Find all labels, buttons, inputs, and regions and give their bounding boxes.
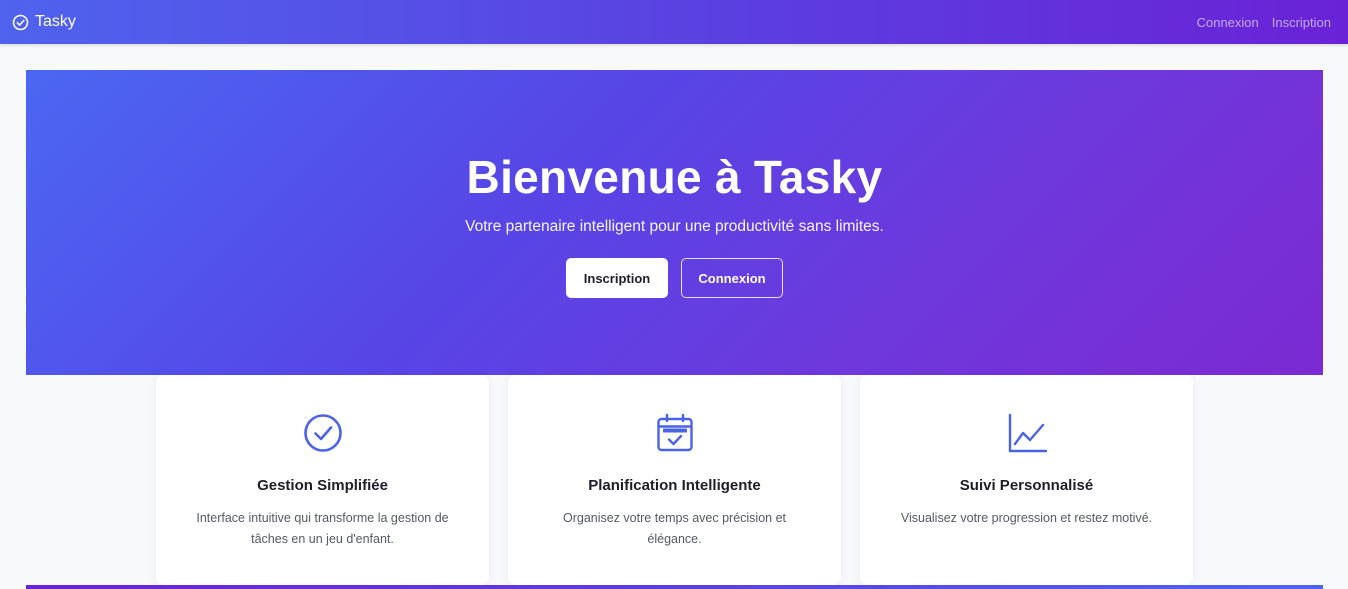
- hero-buttons: Inscription Connexion: [26, 258, 1323, 298]
- feature-title: Suivi Personnalisé: [959, 477, 1094, 494]
- feature-card-suivi: Suivi Personnalisé Visualisez votre prog…: [860, 375, 1193, 585]
- check-circle-icon: [303, 414, 342, 452]
- nav-link-connexion[interactable]: Connexion: [1197, 15, 1259, 30]
- feature-title: Planification Intelligente: [588, 477, 761, 494]
- nav-link-inscription[interactable]: Inscription: [1272, 15, 1331, 30]
- brand-name: Tasky: [35, 13, 76, 30]
- navbar: Tasky Connexion Inscription: [0, 0, 1348, 44]
- feature-title: Gestion Simplifiée: [257, 477, 388, 494]
- feature-card-gestion: Gestion Simplifiée Interface intuitive q…: [156, 375, 489, 585]
- brand-link[interactable]: Tasky: [12, 13, 76, 31]
- hero-subtitle: Votre partenaire intelligent pour une pr…: [465, 218, 884, 235]
- hero-banner: Bienvenue à Tasky Votre partenaire intel…: [26, 70, 1323, 375]
- hero-title: Bienvenue à Tasky: [466, 151, 883, 203]
- feature-description: Interface intuitive qui transforme la ge…: [196, 511, 449, 546]
- feature-description: Visualisez votre progression et restez m…: [900, 511, 1153, 525]
- footer-gradient-strip: [26, 585, 1323, 589]
- nav-links: Connexion Inscription: [1197, 15, 1331, 30]
- connexion-button[interactable]: Connexion: [681, 258, 783, 298]
- feature-description: Organisez votre temps avec précision et …: [562, 511, 787, 546]
- calendar-check-icon: [656, 413, 693, 452]
- line-chart-icon: [1008, 413, 1047, 453]
- inscription-button[interactable]: Inscription: [566, 258, 668, 298]
- check-circle-icon: [12, 14, 29, 30]
- feature-card-planification: Planification Intelligente Organisez vot…: [508, 375, 841, 585]
